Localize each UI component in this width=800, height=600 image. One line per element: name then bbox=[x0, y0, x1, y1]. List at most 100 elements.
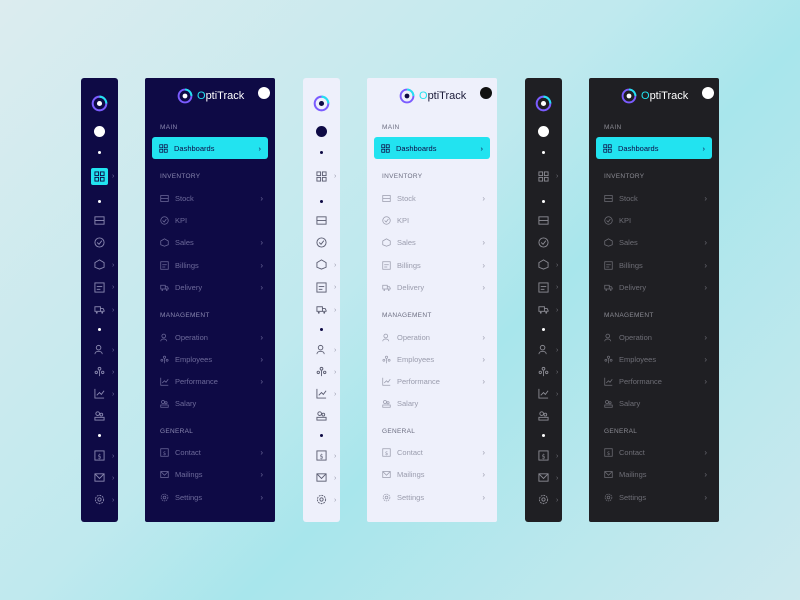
nav-item-label: Delivery bbox=[397, 282, 425, 292]
expanded-sidebar-navy: OptiTrack MAIN Dashboards › INVENTORY St… bbox=[145, 78, 275, 522]
nav-item-delivery[interactable]: Delivery › bbox=[160, 280, 263, 294]
salary-icon[interactable] bbox=[538, 410, 549, 421]
nav-item-operation[interactable]: Operation › bbox=[382, 330, 485, 344]
billings-icon[interactable] bbox=[316, 282, 327, 293]
dashboard-icon[interactable] bbox=[538, 171, 549, 182]
contact-icon[interactable]: $ bbox=[538, 450, 549, 461]
nav-item-operation[interactable]: Operation › bbox=[604, 330, 707, 344]
nav-item-kpi[interactable]: KPI bbox=[604, 213, 707, 227]
nav-item-stock[interactable]: Stock › bbox=[160, 191, 263, 205]
operation-icon[interactable] bbox=[316, 344, 327, 355]
nav-item-employees[interactable]: Employees › bbox=[382, 352, 485, 366]
delivery-icon[interactable] bbox=[316, 304, 327, 315]
section-label-inventory: INVENTORY bbox=[382, 173, 423, 180]
nav-item-billings[interactable]: Billings › bbox=[604, 258, 707, 272]
nav-item-employees[interactable]: Employees › bbox=[160, 352, 263, 366]
nav-item-sales[interactable]: Sales › bbox=[382, 235, 485, 249]
nav-item-kpi[interactable]: KPI bbox=[382, 213, 485, 227]
settings-icon[interactable] bbox=[316, 494, 327, 505]
nav-item-contact[interactable]: $ Contact › bbox=[604, 445, 707, 459]
settings-icon[interactable] bbox=[538, 494, 549, 505]
performance-icon[interactable] bbox=[538, 388, 549, 399]
employees-icon[interactable] bbox=[538, 366, 549, 377]
nav-item-performance[interactable]: Performance › bbox=[160, 374, 263, 388]
contact-icon[interactable]: $ bbox=[94, 450, 105, 461]
nav-item-billings[interactable]: Billings › bbox=[382, 258, 485, 272]
user-avatar-icon[interactable] bbox=[94, 126, 105, 137]
performance-icon[interactable] bbox=[316, 388, 327, 399]
nav-item-performance[interactable]: Performance › bbox=[604, 374, 707, 388]
sidebar-toggle-button[interactable] bbox=[258, 87, 270, 99]
delivery-icon[interactable] bbox=[538, 304, 549, 315]
sidebar-toggle-button[interactable] bbox=[480, 87, 492, 99]
operation-icon[interactable] bbox=[94, 344, 105, 355]
settings-icon[interactable] bbox=[94, 494, 105, 505]
user-avatar-icon[interactable] bbox=[538, 126, 549, 137]
operation-icon[interactable] bbox=[538, 344, 549, 355]
billings-icon[interactable] bbox=[94, 282, 105, 293]
nav-item-sales[interactable]: Sales › bbox=[604, 235, 707, 249]
nav-item-sales[interactable]: Sales › bbox=[160, 235, 263, 249]
nav-item-delivery[interactable]: Delivery › bbox=[604, 280, 707, 294]
kpi-icon[interactable] bbox=[316, 237, 327, 248]
nav-item-settings[interactable]: Settings › bbox=[160, 490, 263, 504]
nav-item-settings[interactable]: Settings › bbox=[382, 490, 485, 504]
nav-item-contact[interactable]: $ Contact › bbox=[382, 445, 485, 459]
nav-item-mailings[interactable]: Mailings › bbox=[382, 467, 485, 481]
nav-item-billings[interactable]: Billings › bbox=[160, 258, 263, 272]
sales-icon[interactable] bbox=[538, 259, 549, 270]
performance-icon[interactable] bbox=[94, 388, 105, 399]
sales-icon[interactable] bbox=[94, 259, 105, 270]
stock-icon[interactable] bbox=[94, 215, 105, 226]
mailings-icon[interactable] bbox=[538, 472, 549, 483]
nav-item-salary[interactable]: Salary bbox=[160, 396, 263, 410]
nav-item-performance[interactable]: Performance › bbox=[382, 374, 485, 388]
stock-icon[interactable] bbox=[316, 215, 327, 226]
chevron-right-icon: › bbox=[260, 237, 263, 247]
nav-item-delivery[interactable]: Delivery › bbox=[382, 280, 485, 294]
delivery-icon[interactable] bbox=[94, 304, 105, 315]
nav-item-employees[interactable]: Employees › bbox=[604, 352, 707, 366]
stock-icon[interactable] bbox=[538, 215, 549, 226]
chevron-right-icon: › bbox=[260, 492, 263, 502]
nav-item-settings[interactable]: Settings › bbox=[604, 490, 707, 504]
contact-icon[interactable]: $ bbox=[316, 450, 327, 461]
user-avatar-icon[interactable] bbox=[316, 126, 327, 137]
nav-item-dashboards[interactable]: Dashboards › bbox=[374, 137, 490, 159]
employees-icon[interactable] bbox=[316, 366, 327, 377]
nav-item-stock[interactable]: Stock › bbox=[382, 191, 485, 205]
nav-item-operation[interactable]: Operation › bbox=[160, 330, 263, 344]
billings-icon[interactable] bbox=[538, 282, 549, 293]
salary-icon[interactable] bbox=[316, 410, 327, 421]
kpi-icon[interactable] bbox=[94, 237, 105, 248]
sales-icon[interactable] bbox=[316, 259, 327, 270]
nav-item-contact[interactable]: $ Contact › bbox=[160, 445, 263, 459]
nav-item-label: Employees bbox=[619, 354, 657, 364]
employees-icon[interactable] bbox=[94, 366, 105, 377]
brand: OptiTrack bbox=[621, 86, 688, 106]
section-dot bbox=[320, 434, 323, 437]
dashboard-icon[interactable] bbox=[316, 171, 327, 182]
nav-item-mailings[interactable]: Mailings › bbox=[604, 467, 707, 481]
mailings-icon[interactable] bbox=[94, 472, 105, 483]
kpi-icon[interactable] bbox=[538, 237, 549, 248]
nav-item-salary[interactable]: Salary bbox=[604, 396, 707, 410]
nav-item-dashboards[interactable]: Dashboards › bbox=[152, 137, 268, 159]
brand: OptiTrack bbox=[399, 86, 466, 106]
nav-item-kpi[interactable]: KPI bbox=[160, 213, 263, 227]
nav-item-mailings[interactable]: Mailings › bbox=[160, 467, 263, 481]
rail-dashboard-button[interactable] bbox=[91, 168, 108, 185]
mailings-icon[interactable] bbox=[316, 472, 327, 483]
nav-item-stock[interactable]: Stock › bbox=[604, 191, 707, 205]
chevron-right-icon: › bbox=[704, 332, 707, 342]
nav-item-dashboards[interactable]: Dashboards › bbox=[596, 137, 712, 159]
salary-icon[interactable] bbox=[94, 410, 105, 421]
expanded-sidebar-dark: OptiTrack MAIN Dashboards › INVENTORY St… bbox=[589, 78, 719, 522]
chevron-right-icon: › bbox=[482, 282, 485, 292]
sidebar-toggle-button[interactable] bbox=[702, 87, 714, 99]
nav-item-salary[interactable]: Salary bbox=[382, 396, 485, 410]
logo-icon bbox=[621, 88, 637, 104]
nav-item-label: Contact bbox=[619, 447, 645, 457]
kpi-icon bbox=[382, 215, 391, 225]
chevron-right-icon: › bbox=[482, 447, 485, 457]
